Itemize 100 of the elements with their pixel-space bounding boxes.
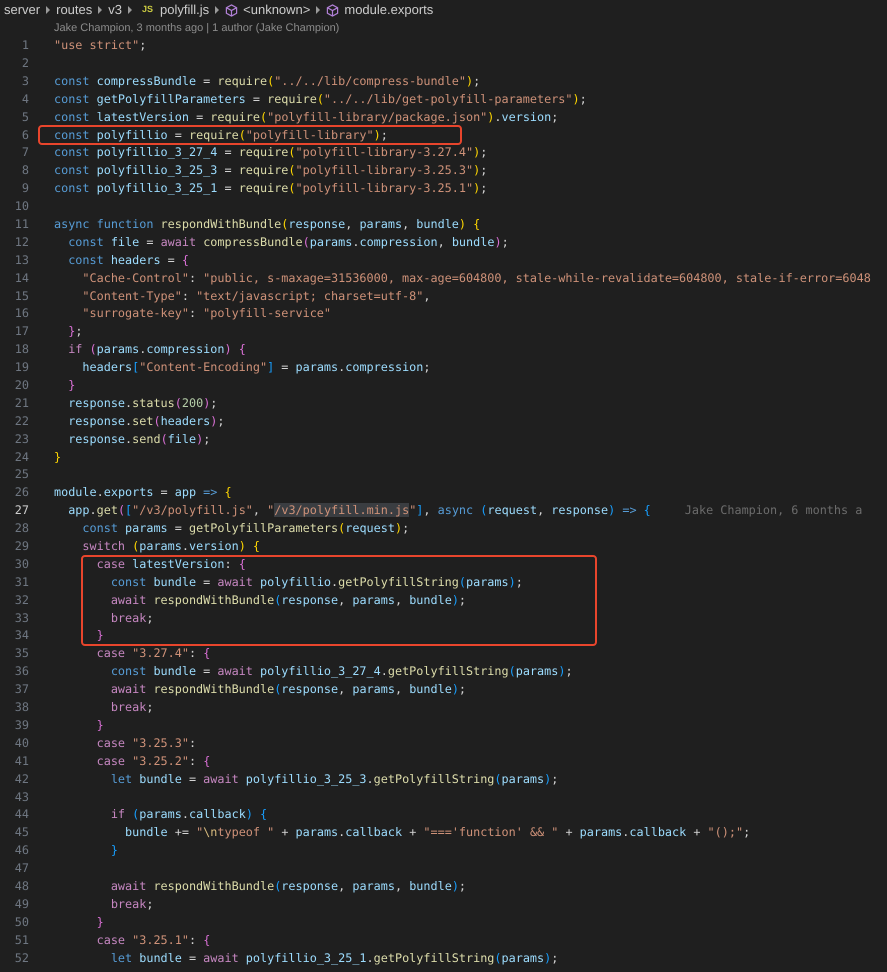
code-line: } — [110, 842, 118, 860]
line-number: 18 — [14, 341, 29, 358]
line-number: 38 — [14, 699, 29, 716]
line-number: 50 — [14, 914, 29, 931]
line-number: 47 — [14, 860, 29, 878]
breadcrumb-item[interactable]: <unknown> — [243, 0, 310, 20]
line-number: 27 — [14, 502, 29, 520]
line-number: 39 — [14, 716, 29, 734]
code-line: app.get(["/v3/polyfill.js", "/v3/polyfill.min.js"], async (request, response) => { — [67, 502, 651, 520]
line-number: 43 — [14, 788, 29, 806]
line-number: 35 — [14, 645, 29, 662]
chevron-icon — [97, 6, 104, 14]
code-line: const headers = { — [67, 252, 189, 269]
line-number: 6 — [20, 126, 29, 144]
line-number: 15 — [14, 288, 29, 305]
code-line: const compressBundle = require("../../lib/compress-bundle"); — [54, 72, 480, 90]
line-number: 42 — [14, 770, 29, 788]
code-line: const latestVersion = require("polyfill-library/package.json").version; — [54, 108, 558, 126]
code-line: case "3.25.1": { — [96, 932, 210, 949]
code-line: break; — [110, 610, 154, 627]
code-line: break; — [110, 699, 154, 716]
line-number: 10 — [14, 198, 29, 216]
line-number: 4 — [20, 90, 29, 108]
code-line: const getPolyfillParameters = require("../../lib/get-polyfill-parameters"); — [54, 90, 587, 108]
chevron-icon — [214, 6, 220, 14]
code-line: const polyfillio_3_25_3 = require("polyfill-library-3.25.3"); — [54, 162, 488, 180]
codelens-annotation[interactable]: Jake Champion, 3 months ago | 1 author (Jake Champion) — [54, 20, 340, 37]
line-number: 28 — [14, 520, 29, 538]
code-line: case "3.25.3": — [96, 734, 196, 752]
code-line: let bundle = await polyfillio_3_25_1.getPolyfillString(params); — [110, 950, 558, 967]
code-line: await respondWithBundle(response, params, bundle); — [110, 592, 466, 609]
line-number: 41 — [14, 752, 29, 770]
breadcrumb-item[interactable]: v3 — [108, 0, 122, 20]
line-number: 13 — [14, 252, 29, 269]
line-number: 48 — [14, 878, 29, 895]
code-line: "surrogate-key": "polyfill-service" — [81, 305, 332, 322]
breadcrumb-item[interactable]: server — [4, 0, 40, 20]
code-line: switch (params.version) { — [81, 538, 260, 556]
code-line: await respondWithBundle(response, params, bundle); — [110, 878, 466, 895]
code-line: "use strict"; — [54, 37, 146, 54]
breadcrumb-item[interactable]: polyfill.js — [160, 0, 210, 20]
line-number: 17 — [14, 323, 29, 340]
line-number: 19 — [14, 359, 29, 376]
blame-annotation: Jake Champion, 6 months a — [684, 502, 862, 520]
line-number: 34 — [14, 627, 29, 644]
line-number: 45 — [14, 824, 29, 842]
code-line: const polyfillio_3_25_1 = require("polyfill-library-3.25.1"); — [54, 180, 488, 198]
code-line: case latestVersion: { — [96, 556, 246, 573]
line-number: 22 — [14, 412, 29, 430]
code-line: let bundle = await polyfillio_3_25_3.getPolyfillString(params); — [110, 770, 558, 788]
code-line: const polyfillio = require("polyfill-library"); — [54, 126, 388, 144]
code-line: case "3.27.4": { — [96, 645, 210, 662]
line-number: 7 — [20, 144, 29, 162]
code-line: "Cache-Control": "public, s-maxage=31536000, max-age=604800, stale-while-revalidate=604800, stale-if-error=6048 — [81, 270, 871, 287]
code-line: headers["Content-Encoding"] = params.compression; — [81, 359, 430, 376]
code-line: case "3.25.2": { — [96, 752, 210, 770]
line-number: 12 — [14, 234, 29, 251]
line-number: 40 — [14, 734, 29, 752]
js-file-icon: JS — [142, 3, 154, 17]
code-line: const bundle = await polyfillio.getPolyfillString(params); — [110, 574, 523, 591]
code-line: const polyfillio_3_27_4 = require("polyfill-library-3.27.4"); — [54, 144, 488, 162]
code-line: if (params.callback) { — [110, 806, 268, 824]
line-number: 37 — [14, 681, 29, 698]
code-line: const file = await compressBundle(params.compression, bundle); — [67, 234, 509, 251]
code-line: const params = getPolyfillParameters(request); — [81, 520, 410, 538]
line-number: 49 — [14, 896, 29, 913]
line-number: 23 — [14, 430, 29, 448]
code-line: const bundle = await polyfillio_3_27_4.getPolyfillString(params); — [110, 663, 573, 680]
code-line: } — [54, 448, 62, 466]
breadcrumb-item[interactable]: routes — [56, 0, 92, 20]
code-line: }; — [67, 323, 82, 340]
line-number: 21 — [14, 394, 29, 412]
code-line: if (params.compression) { — [67, 341, 246, 358]
line-number: 14 — [14, 270, 29, 287]
line-number: 52 — [14, 950, 29, 967]
line-number: 33 — [14, 610, 29, 627]
line-number: 16 — [14, 305, 29, 322]
cube-icon — [326, 4, 340, 16]
cube-icon — [225, 4, 238, 16]
line-number: 36 — [14, 663, 29, 680]
line-number: 31 — [14, 574, 29, 591]
line-number: 46 — [14, 842, 29, 860]
line-number: 20 — [14, 377, 29, 394]
line-number: 1 — [20, 37, 29, 54]
line-number: 26 — [14, 484, 29, 502]
code-line: response.status(200); — [67, 394, 218, 412]
line-number: 44 — [14, 806, 29, 824]
chevron-icon — [45, 6, 52, 14]
code-line: } — [96, 716, 104, 734]
code-line: bundle += "\ntypeof " + params.callback + "==='function' && " + params.callback + "();"; — [124, 824, 750, 842]
line-number: 9 — [20, 180, 29, 198]
line-number: 5 — [20, 108, 29, 126]
chevron-icon — [315, 6, 322, 14]
breadcrumb-item[interactable]: module.exports — [344, 0, 434, 20]
code-line: await respondWithBundle(response, params, bundle); — [110, 681, 466, 698]
line-number: 8 — [20, 162, 29, 180]
line-number: 24 — [14, 448, 29, 466]
code-line: async function respondWithBundle(response, params, bundle) { — [54, 216, 480, 233]
code-line: module.exports = app => { — [54, 484, 232, 502]
code-line: } — [96, 627, 104, 644]
